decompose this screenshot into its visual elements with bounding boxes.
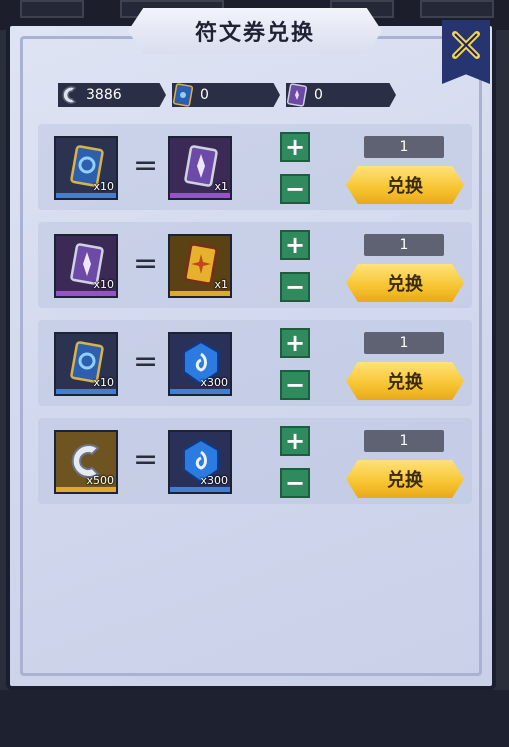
exchange-row: x10 = x1 + − 1 兑换 xyxy=(38,222,472,308)
increase-button[interactable]: + xyxy=(280,426,310,456)
blue-rune-ticket-icon xyxy=(172,83,196,107)
exchange-button-label: 兑换 xyxy=(387,274,423,295)
rarity-bar xyxy=(170,389,230,394)
silver-hook-icon xyxy=(58,83,82,107)
item-count: x10 xyxy=(93,180,114,193)
rarity-bar xyxy=(56,291,116,296)
increase-button[interactable]: + xyxy=(280,328,310,358)
title-banner: 符文券兑换 xyxy=(128,8,382,54)
exchange-button-label: 兑换 xyxy=(387,470,423,491)
increase-button[interactable]: + xyxy=(280,230,310,260)
rarity-bar xyxy=(170,291,230,296)
background-slot xyxy=(420,0,494,18)
close-icon xyxy=(452,31,480,59)
exchange-button-label: 兑换 xyxy=(387,176,423,197)
exchange-button[interactable]: 兑换 xyxy=(346,166,464,204)
decrease-button[interactable]: − xyxy=(280,272,310,302)
exchange-row: x10 = x300 + − 1 兑换 xyxy=(38,320,472,406)
rarity-bar xyxy=(56,193,116,198)
equals-sign: = xyxy=(133,442,159,477)
equals-sign: = xyxy=(133,344,159,379)
item-count: x300 xyxy=(200,474,228,487)
currency-purple-ticket: 0 xyxy=(286,83,396,107)
quantity-display: 1 xyxy=(364,136,444,158)
exchange-row: x10 = x1 + − 1 兑换 xyxy=(38,124,472,210)
source-item-slot[interactable]: x500 xyxy=(54,430,118,494)
quantity-display: 1 xyxy=(364,234,444,256)
exchange-row: x500 = x300 + − 1 兑换 xyxy=(38,418,472,504)
rarity-bar xyxy=(170,487,230,492)
page-title: 符文券兑换 xyxy=(194,21,315,46)
background-bottom-bar xyxy=(0,690,509,747)
currency-silver: 3886 xyxy=(58,83,166,107)
item-count: x300 xyxy=(200,376,228,389)
source-item-slot[interactable]: x10 xyxy=(54,332,118,396)
currency-value: 3886 xyxy=(86,87,122,103)
currency-value: 0 xyxy=(200,87,209,103)
decrease-button[interactable]: − xyxy=(280,174,310,204)
increase-button[interactable]: + xyxy=(280,132,310,162)
target-item-slot[interactable]: x1 xyxy=(168,136,232,200)
currency-value: 0 xyxy=(314,87,323,103)
currency-blue-ticket: 0 xyxy=(172,83,280,107)
source-item-slot[interactable]: x10 xyxy=(54,136,118,200)
item-count: x500 xyxy=(86,474,114,487)
item-count: x1 xyxy=(214,278,228,291)
item-count: x10 xyxy=(93,278,114,291)
equals-sign: = xyxy=(133,246,159,281)
item-count: x1 xyxy=(214,180,228,193)
purple-rune-ticket-icon xyxy=(286,83,310,107)
decrease-button[interactable]: − xyxy=(280,468,310,498)
decrease-button[interactable]: − xyxy=(280,370,310,400)
exchange-button-label: 兑换 xyxy=(387,372,423,393)
item-count: x10 xyxy=(93,376,114,389)
target-item-slot[interactable]: x300 xyxy=(168,430,232,494)
exchange-button[interactable]: 兑换 xyxy=(346,362,464,400)
target-item-slot[interactable]: x1 xyxy=(168,234,232,298)
source-item-slot[interactable]: x10 xyxy=(54,234,118,298)
quantity-display: 1 xyxy=(364,332,444,354)
target-item-slot[interactable]: x300 xyxy=(168,332,232,396)
rarity-bar xyxy=(56,487,116,492)
rarity-bar xyxy=(170,193,230,198)
close-button[interactable] xyxy=(442,20,490,84)
exchange-button[interactable]: 兑换 xyxy=(346,460,464,498)
background-slot xyxy=(20,0,84,18)
rarity-bar xyxy=(56,389,116,394)
quantity-display: 1 xyxy=(364,430,444,452)
equals-sign: = xyxy=(133,148,159,183)
exchange-button[interactable]: 兑换 xyxy=(346,264,464,302)
